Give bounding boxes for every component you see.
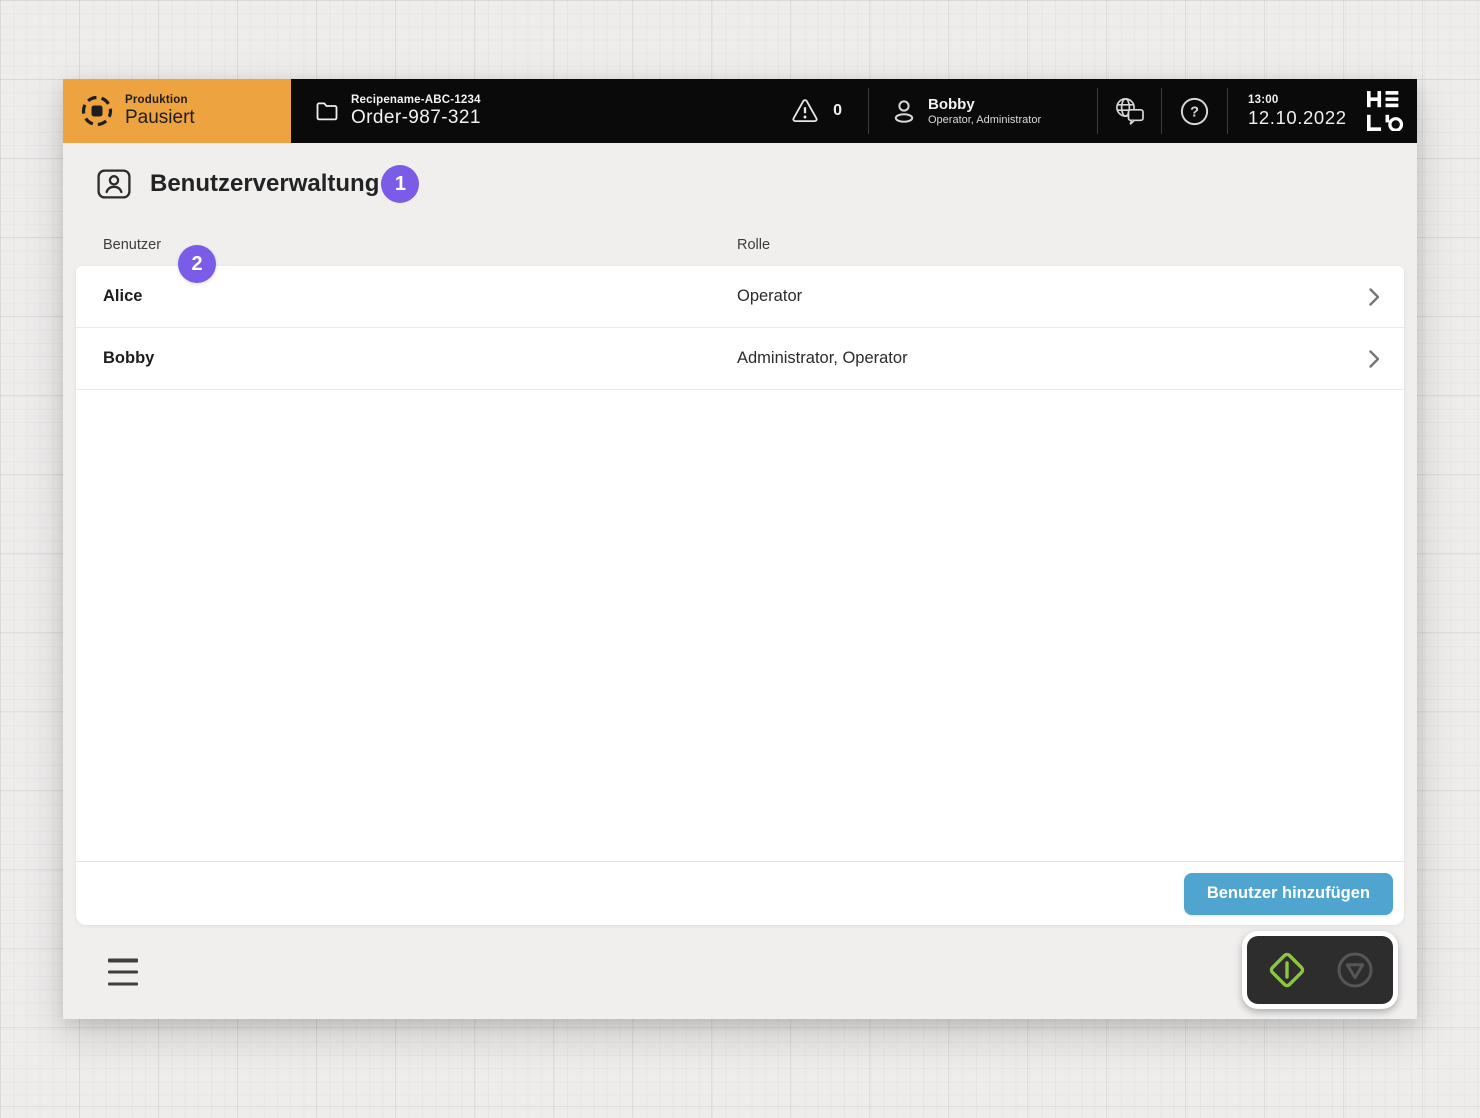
empty-list-area: [76, 390, 1404, 861]
annotation-badge-2: 2: [178, 245, 216, 283]
chevron-right-icon: [1362, 285, 1386, 309]
recipe-order-tile[interactable]: Recipename-ABC-1234 Order-987-321: [315, 79, 481, 143]
paused-production-icon: [79, 93, 115, 129]
order-number: Order-987-321: [351, 107, 481, 129]
alarms-button[interactable]: 0: [765, 79, 868, 143]
question-circle-icon: ?: [1180, 97, 1209, 126]
user-role-cell: Administrator, Operator: [737, 349, 1362, 368]
user-list-panel: Alice Operator Bobby Administrator, Oper…: [76, 266, 1404, 925]
globe-chat-icon: [1113, 96, 1146, 126]
production-status-tile[interactable]: Produktion Pausiert: [63, 79, 291, 143]
warning-triangle-icon: [791, 98, 819, 124]
svg-text:?: ?: [1190, 104, 1199, 120]
clock-time: 13:00: [1248, 93, 1335, 107]
start-button[interactable]: [1265, 948, 1309, 992]
clock-date: 12.10.2022: [1248, 107, 1335, 129]
bottom-bar: [76, 925, 1404, 1019]
alarm-count: 0: [833, 102, 842, 120]
machine-control-cluster: [1242, 931, 1398, 1009]
topbar-spacer: [481, 79, 765, 143]
user-management-badge-icon: [96, 166, 132, 202]
hamburger-icon: [108, 982, 138, 986]
stop-circle-icon: [1335, 950, 1375, 990]
stop-button[interactable]: [1335, 950, 1375, 990]
user-row-bobby[interactable]: Bobby Administrator, Operator: [76, 328, 1404, 390]
table-header-row: Benutzer Rolle: [76, 229, 1404, 266]
annotation-badge-1: 1: [381, 165, 419, 203]
top-bar: Produktion Pausiert Recipename-ABC-1234 …: [63, 79, 1417, 143]
page-title: Benutzerverwaltung: [150, 170, 379, 198]
hamburger-icon: [108, 959, 138, 963]
machine-control-panel: [1247, 936, 1393, 1004]
person-icon: [891, 98, 917, 125]
datetime-display: 13:00 12.10.2022: [1228, 79, 1355, 143]
panel-action-bar: Benutzer hinzufügen: [76, 861, 1404, 925]
language-button[interactable]: [1098, 79, 1161, 143]
current-user-roles: Operator, Administrator: [928, 113, 1041, 127]
user-name-cell: Alice: [103, 287, 737, 306]
status-label: Produktion: [125, 93, 195, 107]
app-window: Produktion Pausiert Recipename-ABC-1234 …: [63, 79, 1417, 1019]
status-value: Pausiert: [125, 107, 195, 129]
hamburger-icon: [108, 970, 138, 974]
user-name-cell: Bobby: [103, 349, 737, 368]
help-button[interactable]: ?: [1162, 79, 1227, 143]
hamburger-menu-button[interactable]: [108, 959, 138, 986]
current-user-button[interactable]: Bobby Operator, Administrator: [869, 79, 1097, 143]
helio-logo: [1355, 79, 1417, 143]
folder-icon: [315, 100, 339, 122]
recipe-name: Recipename-ABC-1234: [351, 93, 481, 107]
user-row-alice[interactable]: Alice Operator: [76, 266, 1404, 328]
current-user-name: Bobby: [928, 96, 1041, 113]
page-title-row: Benutzerverwaltung 1: [96, 165, 1404, 203]
add-user-button[interactable]: Benutzer hinzufügen: [1184, 873, 1393, 915]
main-content: Benutzerverwaltung 1 Benutzer Rolle 2 Al…: [63, 143, 1417, 1019]
chevron-right-icon: [1362, 347, 1386, 371]
column-header-role: Rolle: [737, 237, 1404, 266]
user-role-cell: Operator: [737, 287, 1362, 306]
start-diamond-icon: [1265, 948, 1309, 992]
